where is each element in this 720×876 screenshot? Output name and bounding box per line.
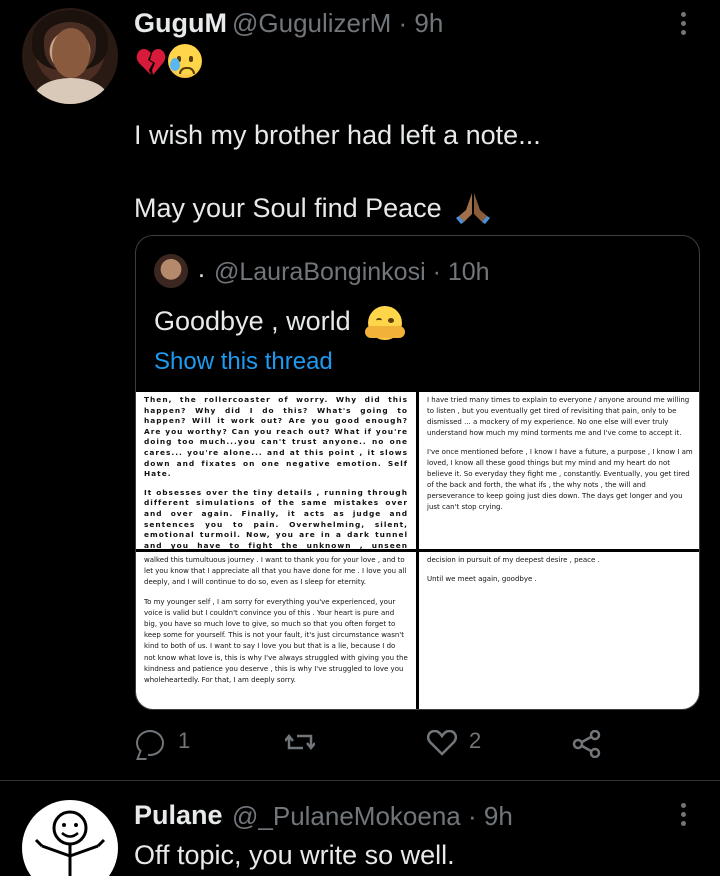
more-options-icon[interactable] [681, 12, 687, 39]
avatar-face [52, 28, 90, 78]
reply-count: 1 [178, 728, 191, 753]
folded-hands-icon [456, 193, 490, 224]
tweet-line-2: May your Soul find Peace [134, 193, 442, 223]
quoted-text: Goodbye , world [154, 306, 351, 336]
image-text: walked this tumultuous journey . I want … [144, 556, 407, 587]
quoted-handle-time[interactable]: @LauraBonginkosi · 10h [214, 258, 490, 287]
quoted-tweet[interactable]: . @LauraBonginkosi · 10h Goodbye , world… [135, 235, 700, 710]
image-text: I have tried many times to explain to ev… [427, 396, 690, 437]
image-text: Until we meet again, goodbye . [427, 575, 537, 583]
reply-display-name[interactable]: Pulane [134, 800, 223, 831]
tear-icon [170, 58, 180, 71]
heart-icon[interactable] [427, 730, 457, 756]
avatar-shoulder [34, 78, 108, 104]
avatar-pulane[interactable] [22, 800, 118, 876]
quoted-image-4[interactable]: decision in pursuit of my deepest desire… [419, 552, 699, 709]
handle-time[interactable]: @GugulizerM · 9h [232, 8, 443, 39]
quoted-image-2[interactable]: I have tried many times to explain to ev… [419, 392, 699, 549]
retweet-icon[interactable] [285, 730, 315, 754]
tweet-line-1: I wish my brother had left a note... [134, 120, 541, 150]
image-text: It obsesses over the tiny details , runn… [144, 487, 408, 549]
hugging-face-icon [365, 306, 405, 340]
image-text: To my younger self , I am sorry for ever… [144, 597, 408, 685]
like-count: 2 [469, 728, 482, 753]
show-thread-link[interactable]: Show this thread [154, 348, 333, 376]
image-text: I've once mentioned before , I know I ha… [427, 448, 693, 511]
broken-heart-icon [136, 49, 166, 75]
avatar-gugum[interactable] [22, 8, 118, 104]
speech-bubble-icon[interactable] [136, 730, 164, 756]
quoted-image-3[interactable]: walked this tumultuous journey . I want … [136, 552, 416, 709]
share-icon[interactable] [572, 730, 602, 758]
image-text: decision in pursuit of my deepest desire… [427, 556, 600, 564]
quoted-avatar[interactable] [154, 254, 188, 288]
stick-figure-icon [34, 810, 106, 876]
quoted-image-grid: Then, the rollercoaster of worry. Why di… [136, 392, 699, 709]
sad-relieved-face-icon [168, 44, 202, 78]
quoted-display-name[interactable]: . [198, 255, 205, 284]
image-text: Then, the rollercoaster of worry. Why di… [144, 395, 408, 479]
reply-more-options-icon[interactable] [681, 803, 687, 830]
tweet-divider [0, 780, 720, 781]
quoted-image-1[interactable]: Then, the rollercoaster of worry. Why di… [136, 392, 416, 549]
reply-handle-time[interactable]: @_PulaneMokoena · 9h [232, 801, 513, 832]
display-name[interactable]: GuguM [134, 8, 227, 39]
reply-text: Off topic, you write so well. [134, 840, 455, 870]
